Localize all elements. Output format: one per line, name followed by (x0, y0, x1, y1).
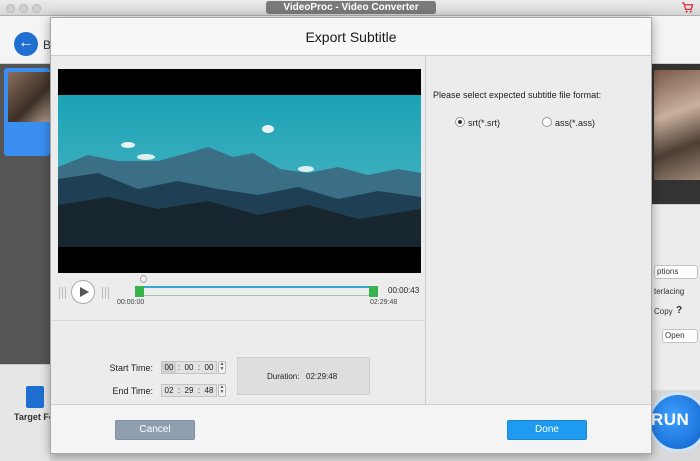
ass-radio[interactable] (542, 117, 552, 127)
run-label[interactable]: RUN (651, 410, 689, 430)
back-button[interactable]: ← (14, 32, 38, 56)
close-window-button[interactable] (6, 4, 15, 13)
format-pane: Please select expected subtitle file for… (427, 56, 651, 404)
format-prompt: Please select expected subtitle file for… (433, 90, 602, 100)
preview-pane: 00:00:00 02:29:48 00:00:43 Start Time: 0… (51, 56, 426, 404)
done-button[interactable]: Done (507, 420, 587, 440)
help-icon[interactable]: ? (676, 305, 682, 316)
dialog-footer: Cancel Done (51, 404, 651, 453)
trim-end-handle[interactable] (369, 286, 378, 297)
export-subtitle-dialog: Export Subtitle 00:00:00 02:29:48 00:00:… (50, 17, 652, 454)
playhead-marker[interactable] (140, 275, 147, 283)
mountain-scene-image (58, 69, 421, 273)
open-button[interactable]: Open (662, 329, 698, 343)
video-thumbnail-image (8, 72, 50, 122)
start-time-field[interactable]: 00:00:00 ▲ ▼ (161, 361, 226, 374)
timeline-bar (143, 286, 369, 288)
end-minutes[interactable]: 29 (182, 385, 196, 396)
current-time: 00:00:43 (388, 286, 420, 295)
timeline-track (143, 295, 369, 296)
trim-start-time: 00:00:00 (117, 299, 145, 306)
trim-start-handle[interactable] (135, 286, 144, 297)
duration-value: 02:29:48 (306, 372, 338, 381)
preview-image (654, 70, 700, 180)
start-time-stepper[interactable]: ▲ ▼ (218, 361, 226, 374)
video-preview[interactable] (58, 69, 421, 273)
divider (51, 320, 426, 321)
end-time-label: End Time: (112, 386, 153, 396)
minimize-window-button[interactable] (19, 4, 28, 13)
deinterlacing-label[interactable]: terlacing (654, 287, 700, 296)
window-title: VideoProc - Video Converter (266, 1, 436, 14)
srt-radio[interactable] (455, 117, 465, 127)
srt-radio-label[interactable]: srt(*.srt) (468, 118, 500, 128)
cart-icon[interactable] (681, 1, 694, 14)
duration-label: Duration: (267, 372, 300, 381)
options-button[interactable]: ptions (654, 265, 698, 279)
play-button[interactable] (71, 280, 95, 304)
options-panel: ptions terlacing Copy ? Open (652, 204, 700, 390)
cancel-button[interactable]: Cancel (115, 420, 195, 440)
trim-end-time: 02:29:48 (370, 299, 398, 306)
rewind-handle-icon[interactable] (59, 287, 67, 299)
trim-timeline[interactable] (135, 286, 378, 297)
start-time-label: Start Time: (109, 363, 153, 373)
target-format-icon[interactable] (26, 386, 44, 408)
copy-label[interactable]: Copy (654, 307, 673, 316)
dialog-title: Export Subtitle (305, 29, 397, 45)
arrow-left-icon: ← (18, 34, 34, 51)
duration-box: Duration: 02:29:48 (237, 357, 370, 395)
ass-radio-label[interactable]: ass(*.ass) (555, 118, 595, 128)
end-seconds[interactable]: 48 (202, 385, 216, 396)
end-time-stepper[interactable]: ▲ ▼ (218, 384, 226, 397)
start-seconds[interactable]: 00 (202, 362, 216, 373)
start-minutes[interactable]: 00 (182, 362, 196, 373)
end-hours[interactable]: 02 (162, 385, 176, 396)
forward-handle-icon[interactable] (102, 287, 110, 299)
dialog-header: Export Subtitle (51, 18, 651, 56)
start-hours[interactable]: 00 (162, 362, 176, 373)
end-time-field[interactable]: 02:29:48 ▲ ▼ (161, 384, 226, 397)
app-titlebar: VideoProc - Video Converter (0, 0, 700, 16)
zoom-window-button[interactable] (32, 4, 41, 13)
